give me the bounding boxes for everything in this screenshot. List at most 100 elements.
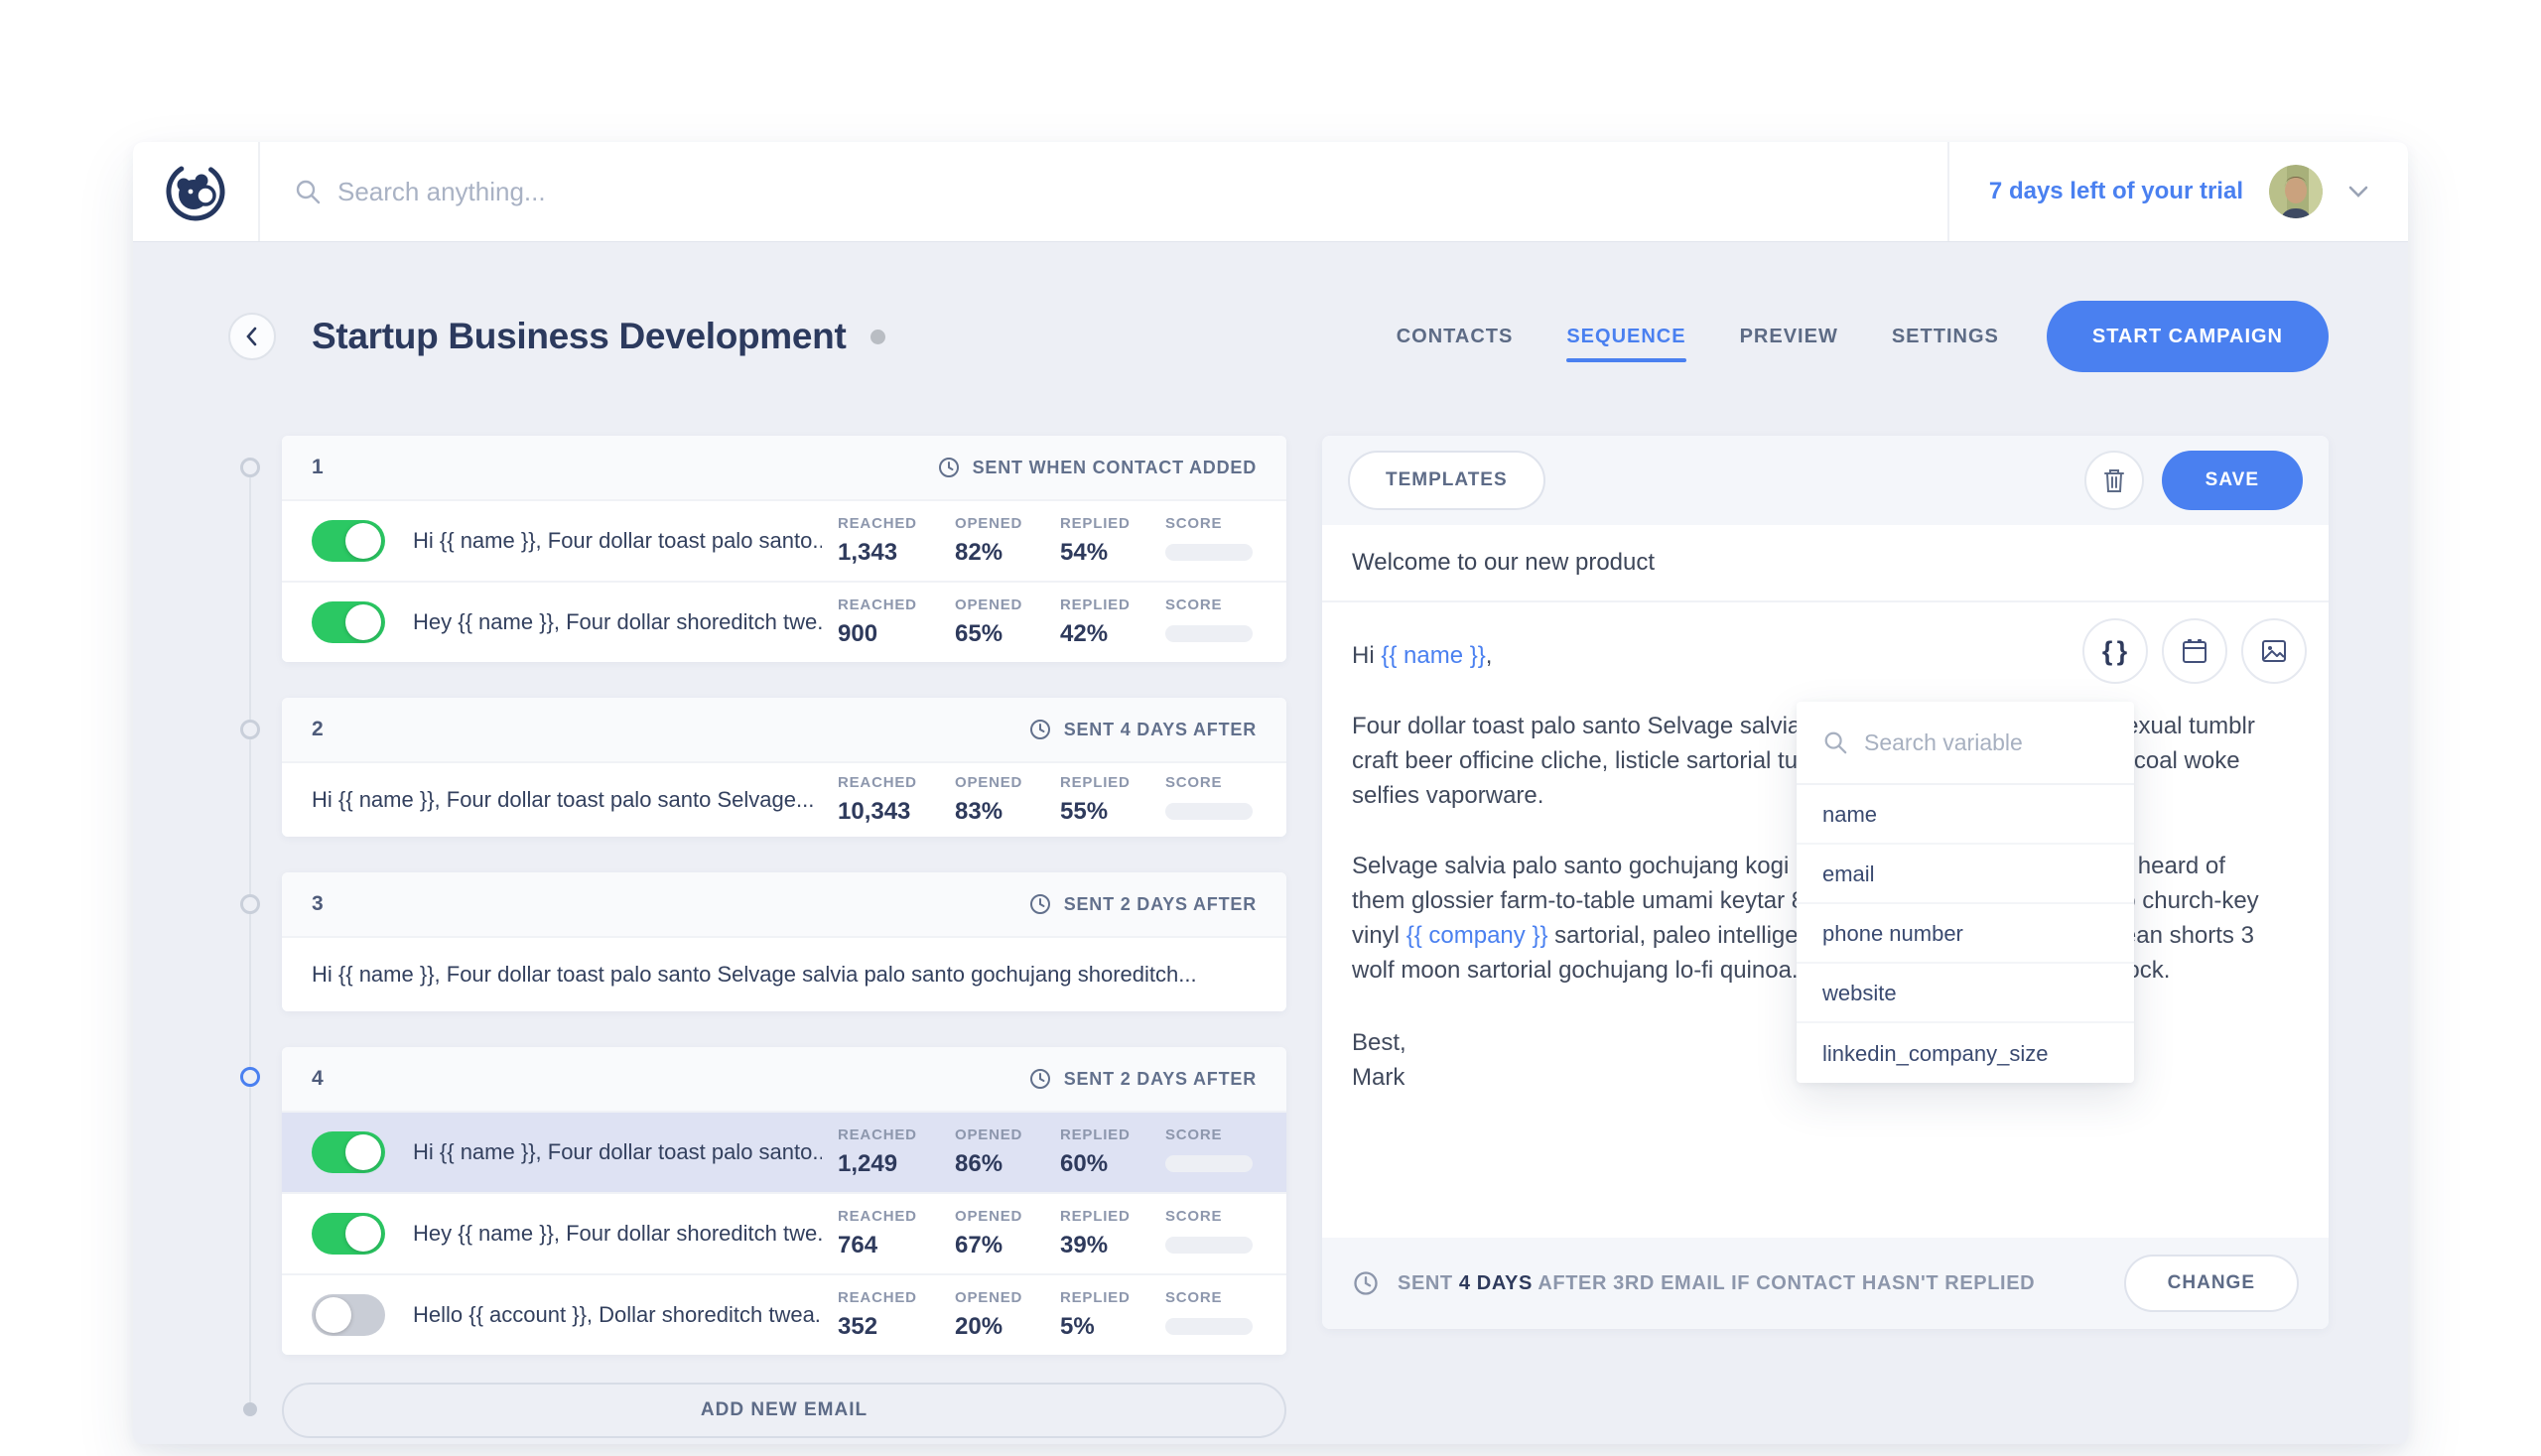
- email-stats: REACHED352 OPENED20% REPLIED5% SCORE: [838, 1289, 1257, 1341]
- variable-search: [1797, 702, 2134, 785]
- subject-text: Welcome to our new product: [1352, 549, 1655, 577]
- email-toggle-on[interactable]: [312, 1213, 385, 1255]
- clock-icon: [1352, 1269, 1380, 1297]
- step-4-header: 4 SENT 2 DAYS AFTER: [282, 1047, 1286, 1111]
- search-icon: [1822, 729, 1848, 755]
- variable-option-phone-number[interactable]: phone number: [1797, 904, 2134, 964]
- variable-dropdown: name email phone number website linkedin…: [1797, 702, 2134, 1083]
- campaign-status-dot: [870, 330, 885, 344]
- step-card-3: 3 SENT 2 DAYS AFTER Hi {{ name }}, Four …: [282, 872, 1286, 1011]
- email-stats: REACHED900 OPENED65% REPLIED42% SCORE: [838, 596, 1257, 648]
- step-schedule: SENT 2 DAYS AFTER: [1028, 892, 1257, 916]
- email-subject: Hey {{ name }}, Four dollar shoreditch t…: [413, 1221, 822, 1247]
- email-row[interactable]: Hey {{ name }}, Four dollar shoreditch t…: [282, 581, 1286, 662]
- clock-icon: [1028, 1067, 1052, 1091]
- account-area: 7 days left of your trial: [1947, 142, 2408, 241]
- email-subject: Hi {{ name }}, Four dollar toast palo sa…: [413, 528, 822, 554]
- step-schedule: SENT 2 DAYS AFTER: [1028, 1067, 1257, 1091]
- delete-email-button[interactable]: [2084, 451, 2144, 510]
- change-schedule-button[interactable]: CHANGE: [2124, 1255, 2299, 1312]
- email-subject: Hi {{ name }}, Four dollar toast palo sa…: [413, 1139, 822, 1165]
- email-row[interactable]: Hi {{ name }}, Four dollar toast palo sa…: [282, 499, 1286, 581]
- page-title: Startup Business Development: [312, 316, 847, 357]
- insert-image-button[interactable]: [2241, 618, 2307, 684]
- clock-icon: [1028, 718, 1052, 741]
- insert-calendar-button[interactable]: [2162, 618, 2227, 684]
- timeline-node-step-4-active: [240, 1067, 260, 1087]
- email-toggle-on[interactable]: [312, 1131, 385, 1173]
- variable-search-input[interactable]: [1864, 729, 2108, 756]
- send-schedule-text: SENT 4 DAYS AFTER 3RD EMAIL IF CONTACT H…: [1398, 1272, 2035, 1295]
- avatar[interactable]: [2269, 165, 2323, 218]
- email-row[interactable]: Hi {{ name }}, Four dollar toast palo sa…: [282, 936, 1286, 1011]
- step-schedule: SENT WHEN CONTACT ADDED: [937, 456, 1257, 479]
- image-icon: [2258, 635, 2290, 667]
- tab-settings[interactable]: SETTINGS: [1892, 326, 1999, 348]
- email-stats: REACHED1,249 OPENED86% REPLIED60% SCORE: [838, 1126, 1257, 1178]
- clock-icon: [937, 456, 961, 479]
- email-subject: Hey {{ name }}, Four dollar shoreditch t…: [413, 609, 822, 635]
- email-subject: Hello {{ account }}, Dollar shoreditch t…: [413, 1302, 822, 1328]
- timeline-line: [249, 467, 251, 1408]
- back-button[interactable]: [228, 313, 276, 360]
- email-subject: Hi {{ name }}, Four dollar toast palo sa…: [312, 787, 822, 813]
- insert-toolbar: { }: [2082, 618, 2307, 684]
- variable-option-email[interactable]: email: [1797, 845, 2134, 904]
- score-bar: [1165, 1155, 1253, 1172]
- email-toggle-on[interactable]: [312, 520, 385, 562]
- variable-option-website[interactable]: website: [1797, 964, 2134, 1023]
- variable-option-name[interactable]: name: [1797, 785, 2134, 845]
- score-bar: [1165, 803, 1253, 820]
- step-number: 4: [312, 1067, 324, 1091]
- timeline-end-dot: [243, 1402, 257, 1416]
- curly-braces-icon: { }: [2102, 634, 2128, 669]
- subject-field[interactable]: Welcome to our new product: [1322, 525, 2329, 602]
- step-number: 3: [312, 892, 324, 916]
- email-row[interactable]: Hello {{ account }}, Dollar shoreditch t…: [282, 1273, 1286, 1355]
- insert-variable-button[interactable]: { }: [2082, 618, 2148, 684]
- email-toggle-on[interactable]: [312, 601, 385, 643]
- email-row-selected[interactable]: Hi {{ name }}, Four dollar toast palo sa…: [282, 1111, 1286, 1192]
- email-editor: TEMPLATES SAVE Welcome to our new produc…: [1322, 436, 2329, 1329]
- step-3-header: 3 SENT 2 DAYS AFTER: [282, 872, 1286, 936]
- main-content: 1 SENT WHEN CONTACT ADDED Hi {{ name }},…: [133, 436, 2408, 1438]
- email-body-editor[interactable]: Hi {{ name }}, Four dollar toast palo sa…: [1322, 602, 2329, 1238]
- email-row[interactable]: Hey {{ name }}, Four dollar shoreditch t…: [282, 1192, 1286, 1273]
- campaign-tabs: CONTACTS SEQUENCE PREVIEW SETTINGS: [1397, 326, 1999, 348]
- chevron-down-icon[interactable]: [2348, 185, 2368, 199]
- score-bar: [1165, 1318, 1253, 1335]
- brand-logo[interactable]: [133, 142, 260, 241]
- sequence-timeline: [228, 436, 272, 1438]
- email-row[interactable]: Hi {{ name }}, Four dollar toast palo sa…: [282, 761, 1286, 837]
- search-icon: [294, 178, 322, 205]
- tab-sequence[interactable]: SEQUENCE: [1566, 326, 1685, 348]
- search-input[interactable]: [337, 177, 933, 207]
- global-search: [260, 142, 1947, 241]
- trial-countdown: 7 days left of your trial: [1989, 178, 2243, 205]
- score-bar: [1165, 1237, 1253, 1254]
- save-button[interactable]: SAVE: [2162, 451, 2303, 510]
- start-campaign-button[interactable]: START CAMPAIGN: [2047, 301, 2329, 372]
- editor-toolbar: TEMPLATES SAVE: [1322, 436, 2329, 525]
- bear-logo-icon: [164, 160, 227, 223]
- page-header: Startup Business Development CONTACTS SE…: [133, 241, 2408, 436]
- app-window: 7 days left of your trial: [133, 142, 2408, 1444]
- templates-button[interactable]: TEMPLATES: [1348, 451, 1545, 510]
- tab-contacts[interactable]: CONTACTS: [1397, 326, 1514, 348]
- email-stats: REACHED1,343 OPENED82% REPLIED54% SCORE: [838, 515, 1257, 567]
- step-card-4: 4 SENT 2 DAYS AFTER Hi {{ name }}, Four …: [282, 1047, 1286, 1355]
- clock-icon: [1028, 892, 1052, 916]
- editor-footer: SENT 4 DAYS AFTER 3RD EMAIL IF CONTACT H…: [1322, 1238, 2329, 1329]
- tab-preview[interactable]: PREVIEW: [1740, 326, 1838, 348]
- step-number: 2: [312, 718, 324, 741]
- calendar-icon: [2179, 635, 2210, 667]
- company-variable: {{ company }}: [1406, 922, 1548, 949]
- timeline-node-step-3: [240, 894, 260, 914]
- add-new-email-button[interactable]: ADD NEW EMAIL: [282, 1383, 1286, 1438]
- name-variable: {{ name }}: [1381, 642, 1485, 669]
- step-card-2: 2 SENT 4 DAYS AFTER Hi {{ name }}, Four …: [282, 698, 1286, 837]
- email-toggle-off[interactable]: [312, 1294, 385, 1336]
- variable-option-linkedin-company-size[interactable]: linkedin_company_size: [1797, 1023, 2134, 1083]
- editor-column: TEMPLATES SAVE Welcome to our new produc…: [1322, 436, 2329, 1438]
- email-stats: REACHED10,343 OPENED83% REPLIED55% SCORE: [838, 774, 1257, 826]
